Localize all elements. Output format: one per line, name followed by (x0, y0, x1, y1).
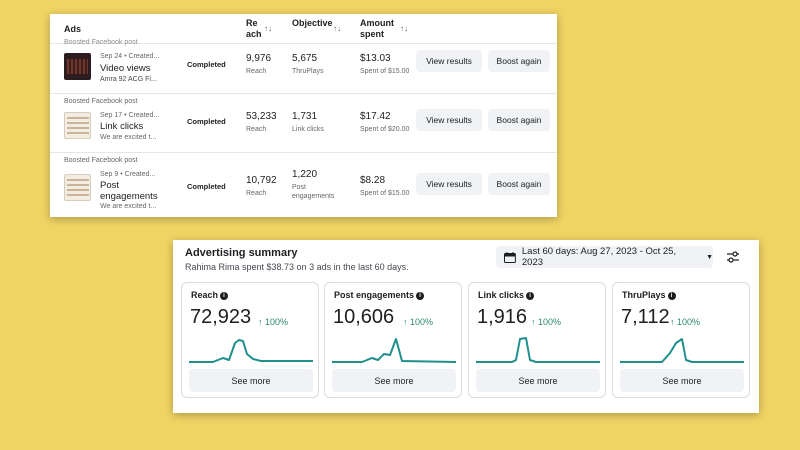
chevron-down-icon: ▼ (706, 253, 713, 261)
ad-date: Sep 9 • Created... (100, 171, 156, 178)
boost-again-button[interactable]: Boost again (488, 109, 550, 131)
metric-label-wrap: Post engagements i (334, 290, 425, 300)
spent-value: $8.28 (360, 175, 386, 186)
metric-label-wrap: Reach i (191, 290, 229, 300)
metric-change: ↑ 100% (258, 317, 289, 327)
reach-trend-sparkline (189, 339, 313, 363)
see-more-button[interactable]: See more (189, 369, 313, 392)
reach-value: 53,233 (246, 111, 277, 122)
ad-description: We are excited t... (100, 203, 157, 210)
link-clicks-trend-sparkline (476, 337, 600, 363)
spent-sub-label: Spent of $15.00 (360, 190, 410, 197)
info-icon[interactable]: i (416, 292, 425, 300)
table-row[interactable]: Boosted Facebook post Sep 24 • Created..… (50, 36, 557, 94)
metric-value: 1,916 (477, 306, 528, 328)
reach-sub-label: Reach (246, 68, 267, 75)
metric-card-link-clicks: Link clicks i 1,916 ↑ 100% See more (468, 282, 606, 398)
see-more-button[interactable]: See more (332, 369, 456, 392)
boost-again-button[interactable]: Boost again (488, 173, 550, 195)
metric-change: ↑ 100% (670, 317, 701, 327)
view-results-button[interactable]: View results (416, 109, 482, 131)
ad-date: Sep 24 • Created... (100, 53, 160, 60)
thruplays-trend-sparkline (620, 338, 744, 363)
metric-value: 7,112 (621, 306, 670, 328)
metric-label-wrap: ThruPlays i (622, 290, 676, 300)
view-results-button[interactable]: View results (416, 173, 482, 195)
post-type-label: Boosted Facebook post (64, 98, 138, 105)
objective-column-header[interactable]: Objective (292, 18, 333, 29)
post-engagements-trend-sparkline (332, 338, 456, 363)
ad-thumbnail[interactable] (64, 112, 91, 139)
table-row[interactable]: Boosted Facebook post Sep 17 • Created..… (50, 95, 557, 153)
status-badge: Completed (187, 117, 226, 126)
reach-sub-label: Reach (246, 126, 267, 133)
ad-thumbnail[interactable] (64, 174, 91, 201)
calendar-icon (504, 251, 516, 263)
spent-sub-label: Spent of $15.00 (360, 68, 410, 75)
ad-title[interactable]: Post engagements (100, 180, 160, 202)
metric-card-reach: Reach i 72,923 ↑ 100% See more (181, 282, 319, 398)
ad-date: Sep 17 • Created... (100, 112, 160, 119)
info-icon[interactable]: i (526, 292, 535, 300)
objective-value: 1,731 (292, 111, 318, 122)
metric-value: 72,923 (190, 306, 252, 328)
status-badge: Completed (187, 182, 226, 191)
filter-settings-icon[interactable] (725, 249, 741, 265)
date-range-selector[interactable]: Last 60 days: Aug 27, 2023 - Oct 25, 202… (496, 246, 713, 268)
metric-card-thruplays: ThruPlays i 7,112 ↑ 100% See more (612, 282, 750, 398)
ad-thumbnail[interactable] (64, 53, 91, 80)
ad-title[interactable]: Link clicks (100, 121, 143, 132)
table-row[interactable]: Boosted Facebook post Sep 9 • Created...… (50, 154, 557, 217)
spent-value: $17.42 (360, 111, 391, 122)
view-results-button[interactable]: View results (416, 50, 482, 72)
summary-title: Advertising summary (185, 247, 298, 259)
objective-sub-label: ThruPlays (292, 68, 324, 75)
metric-card-post-engagements: Post engagements i 10,606 ↑ 100% See more (324, 282, 462, 398)
boost-again-button[interactable]: Boost again (488, 50, 550, 72)
ad-description: We are excited t... (100, 134, 157, 141)
status-badge: Completed (187, 60, 226, 69)
ad-title[interactable]: Video views (100, 63, 151, 74)
see-more-button[interactable]: See more (620, 369, 744, 392)
summary-subtitle: Rahima Rima spent $38.73 on 3 ads in the… (185, 262, 409, 272)
objective-sub-label: Link clicks (292, 126, 324, 133)
metric-label: Link clicks (478, 290, 525, 300)
info-icon[interactable]: i (667, 292, 676, 300)
info-icon[interactable]: i (220, 292, 229, 300)
metric-label: ThruPlays (622, 290, 666, 300)
ads-column-header: Ads (64, 24, 82, 34)
metric-change: ↑ 100% (531, 317, 562, 327)
metric-label: Post engagements (334, 290, 415, 300)
advertising-summary-card: Advertising summary Rahima Rima spent $3… (173, 240, 759, 413)
date-range-label: Last 60 days: Aug 27, 2023 - Oct 25, 202… (521, 246, 677, 268)
reach-value: 10,792 (246, 175, 277, 186)
metric-label: Reach (191, 290, 219, 300)
spent-sub-label: Spent of $20.00 (360, 126, 410, 133)
post-type-label: Boosted Facebook post (64, 157, 138, 164)
ads-table-card: Ads Re ach ↑↓ Objective ↑↓ Amount spent ↑… (50, 14, 557, 217)
metric-change: ↑ 100% (403, 317, 434, 327)
see-more-button[interactable]: See more (476, 369, 600, 392)
reach-sort-icon[interactable]: ↑↓ (264, 24, 272, 33)
ad-description: Amra 92 ACG Fi... (100, 76, 157, 83)
reach-value: 9,976 (246, 53, 272, 64)
post-type-label: Boosted Facebook post (64, 39, 138, 46)
reach-sub-label: Reach (246, 190, 267, 197)
objective-value: 1,220 (292, 169, 318, 180)
metric-value: 10,606 (333, 306, 395, 328)
objective-sort-icon[interactable]: ↑↓ (333, 24, 341, 33)
spent-value: $13.03 (360, 53, 391, 64)
metric-label-wrap: Link clicks i (478, 290, 535, 300)
objective-value: 5,675 (292, 53, 318, 64)
amount-spent-sort-icon[interactable]: ↑↓ (400, 24, 408, 33)
objective-sub-label: Post engagements (292, 184, 335, 200)
